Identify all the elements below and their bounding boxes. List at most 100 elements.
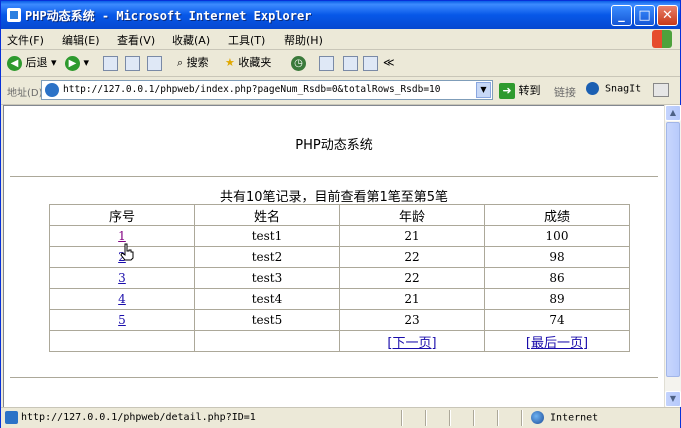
address-url: http://127.0.0.1/phpweb/index.php?pageNu… <box>63 84 441 95</box>
snagit-capture-icon[interactable] <box>653 83 669 97</box>
menu-edit[interactable]: 编辑(E) <box>62 32 100 48</box>
history-button[interactable]: ◷ <box>291 54 306 72</box>
scroll-down-icon[interactable]: ▼ <box>665 391 681 407</box>
record-link[interactable]: 5 <box>118 313 126 327</box>
search-button[interactable]: ⌕ 搜索 <box>177 54 209 72</box>
header-age: 年龄 <box>339 204 485 226</box>
age-cell: 23 <box>339 309 485 331</box>
menu-favorites[interactable]: 收藏(A) <box>172 32 210 48</box>
hand-cursor-icon <box>120 243 134 261</box>
mail-button[interactable] <box>319 54 334 72</box>
score-cell: 89 <box>484 288 630 310</box>
header-score: 成绩 <box>484 204 630 226</box>
chevron-down-icon[interactable]: ▾ <box>51 56 57 69</box>
messenger-icon: ≪ <box>383 56 395 69</box>
age-cell: 22 <box>339 246 485 268</box>
address-bar: 地址(D) http://127.0.0.1/phpweb/index.php?… <box>1 77 680 105</box>
close-button[interactable]: ✕ <box>657 5 678 26</box>
links-label[interactable]: 链接 <box>554 84 576 100</box>
snagit-label: SnagIt <box>605 83 642 95</box>
score-cell: 100 <box>484 225 630 247</box>
name-cell: test4 <box>194 288 340 310</box>
snagit-button[interactable]: SnagIt <box>586 82 641 95</box>
score-cell: 98 <box>484 246 630 268</box>
header-name: 姓名 <box>194 204 340 226</box>
menu-tools[interactable]: 工具(T) <box>228 32 265 48</box>
windows-logo-icon <box>652 30 672 48</box>
home-icon <box>147 55 162 71</box>
maximize-button[interactable]: □ <box>634 5 655 26</box>
divider <box>473 410 475 426</box>
next-page-link[interactable]: [下一页] <box>387 336 436 351</box>
toolbar: ◀ 后退 ▾ ▶ ▾ ⌕ 搜索 ★ 收藏夹 ◷ ≪ <box>1 50 680 77</box>
globe-icon <box>531 411 544 424</box>
chevron-down-icon[interactable]: ▼ <box>476 82 491 98</box>
vertical-scrollbar[interactable]: ▲ ▼ <box>664 105 681 407</box>
empty-cell <box>49 330 195 352</box>
table-row: 1 test1 21 100 <box>49 225 630 247</box>
id-cell: 5 <box>49 309 195 331</box>
stop-button[interactable] <box>103 54 118 72</box>
address-input[interactable]: http://127.0.0.1/phpweb/index.php?pageNu… <box>41 80 493 100</box>
ie-page-icon <box>7 8 21 22</box>
record-link[interactable]: 3 <box>118 271 126 285</box>
refresh-button[interactable] <box>125 54 140 72</box>
page-title: PHP动态系统 <box>295 138 373 153</box>
ie-page-icon <box>5 411 18 424</box>
back-button[interactable]: ◀ 后退 ▾ <box>7 54 57 72</box>
star-icon: ★ <box>225 56 235 69</box>
back-label: 后退 <box>25 56 48 69</box>
search-icon: ⌕ <box>177 56 184 69</box>
edit-icon <box>363 55 378 71</box>
forward-button[interactable]: ▶ ▾ <box>65 54 89 72</box>
menu-view[interactable]: 查看(V) <box>117 32 155 48</box>
browser-window: PHP动态系统 - Microsoft Internet Explorer _ … <box>0 0 681 428</box>
id-cell: 3 <box>49 267 195 289</box>
scroll-up-icon[interactable]: ▲ <box>665 105 681 121</box>
divider <box>521 410 523 426</box>
table-header-row: 序号 姓名 年龄 成绩 <box>49 204 630 226</box>
page-content: PHP动态系统 共有10笔记录，目前查看第1笔至第5笔 序号 姓名 年龄 成绩 … <box>3 105 664 408</box>
scroll-thumb[interactable] <box>666 122 680 377</box>
print-button[interactable] <box>343 54 358 72</box>
record-link[interactable]: 4 <box>118 292 126 306</box>
name-cell: test3 <box>194 267 340 289</box>
chevron-down-icon[interactable]: ▾ <box>84 56 90 69</box>
last-page-cell: [最后一页] <box>484 330 630 352</box>
snagit-icon <box>586 82 599 95</box>
print-icon <box>343 55 358 71</box>
go-button[interactable]: ➜ 转到 <box>499 82 541 99</box>
age-cell: 21 <box>339 288 485 310</box>
title-bar[interactable]: PHP动态系统 - Microsoft Internet Explorer _ … <box>1 1 680 29</box>
name-cell: test5 <box>194 309 340 331</box>
last-page-link[interactable]: [最后一页] <box>526 336 588 351</box>
divider <box>425 410 427 426</box>
status-bar: http://127.0.0.1/phpweb/detail.php?ID=1 … <box>1 407 680 428</box>
favorites-label: 收藏夹 <box>238 56 272 69</box>
go-arrow-icon: ➜ <box>499 83 515 99</box>
age-cell: 22 <box>339 267 485 289</box>
minimize-button[interactable]: _ <box>611 5 632 26</box>
divider <box>10 377 658 379</box>
edit-button[interactable] <box>363 54 378 72</box>
divider <box>497 410 499 426</box>
messenger-button[interactable]: ≪ <box>383 54 395 72</box>
menu-file[interactable]: 文件(F) <box>7 32 44 48</box>
record-summary: 共有10笔记录，目前查看第1笔至第5笔 <box>219 190 449 205</box>
favorites-button[interactable]: ★ 收藏夹 <box>225 54 271 72</box>
divider <box>10 176 658 178</box>
table-row: 4 test4 21 89 <box>49 288 630 310</box>
name-cell: test1 <box>194 225 340 247</box>
go-label: 转到 <box>518 84 541 97</box>
status-text: http://127.0.0.1/phpweb/detail.php?ID=1 <box>21 412 256 423</box>
score-cell: 86 <box>484 267 630 289</box>
record-link[interactable]: 1 <box>118 229 126 243</box>
menu-help[interactable]: 帮助(H) <box>284 32 323 48</box>
score-cell: 74 <box>484 309 630 331</box>
home-button[interactable] <box>147 54 162 72</box>
next-page-cell: [下一页] <box>339 330 485 352</box>
age-cell: 21 <box>339 225 485 247</box>
id-cell: 4 <box>49 288 195 310</box>
search-label: 搜索 <box>186 56 209 69</box>
zone-label: Internet <box>550 412 599 424</box>
